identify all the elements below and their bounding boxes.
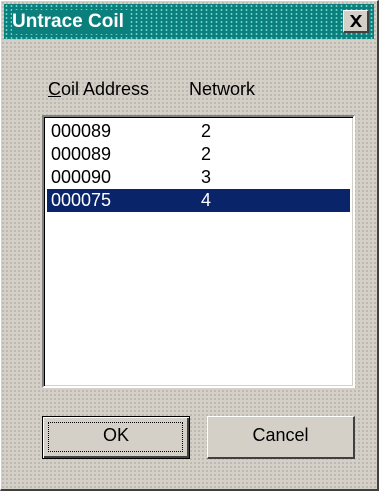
- ok-button[interactable]: OK: [42, 416, 190, 459]
- untrace-coil-dialog: Untrace Coil Coil Address Network 000089…: [0, 0, 379, 491]
- mnemonic-letter: C: [48, 79, 61, 99]
- coil-address-cell: 000075: [51, 190, 112, 210]
- coil-list[interactable]: 000089 2 000089 2 000090 3 000075 4: [42, 115, 355, 388]
- coil-address-cell: 000089: [51, 144, 112, 164]
- close-button[interactable]: [343, 10, 369, 33]
- window-title: Untrace Coil: [12, 10, 130, 34]
- network-cell: 4: [201, 190, 212, 210]
- coil-address-cell: 000090: [51, 167, 112, 187]
- column-header-network: Network: [189, 79, 256, 99]
- list-item-selected[interactable]: 000075 4: [47, 189, 350, 212]
- network-cell: 2: [201, 121, 212, 141]
- column-header-coil-address-text: oil Address: [61, 79, 150, 99]
- network-cell: 3: [201, 167, 212, 187]
- list-item[interactable]: 000090 3: [47, 166, 350, 189]
- close-x-icon: [350, 15, 362, 27]
- title-bar[interactable]: Untrace Coil: [4, 4, 374, 39]
- network-cell: 2: [201, 144, 212, 164]
- coil-address-cell: 000089: [51, 121, 112, 141]
- column-header-coil-address: Coil Address: [48, 78, 149, 100]
- list-item[interactable]: 000089 2: [47, 120, 350, 143]
- list-item[interactable]: 000089 2: [47, 143, 350, 166]
- ok-button-label: OK: [102, 425, 129, 445]
- cancel-button[interactable]: Cancel: [207, 416, 355, 459]
